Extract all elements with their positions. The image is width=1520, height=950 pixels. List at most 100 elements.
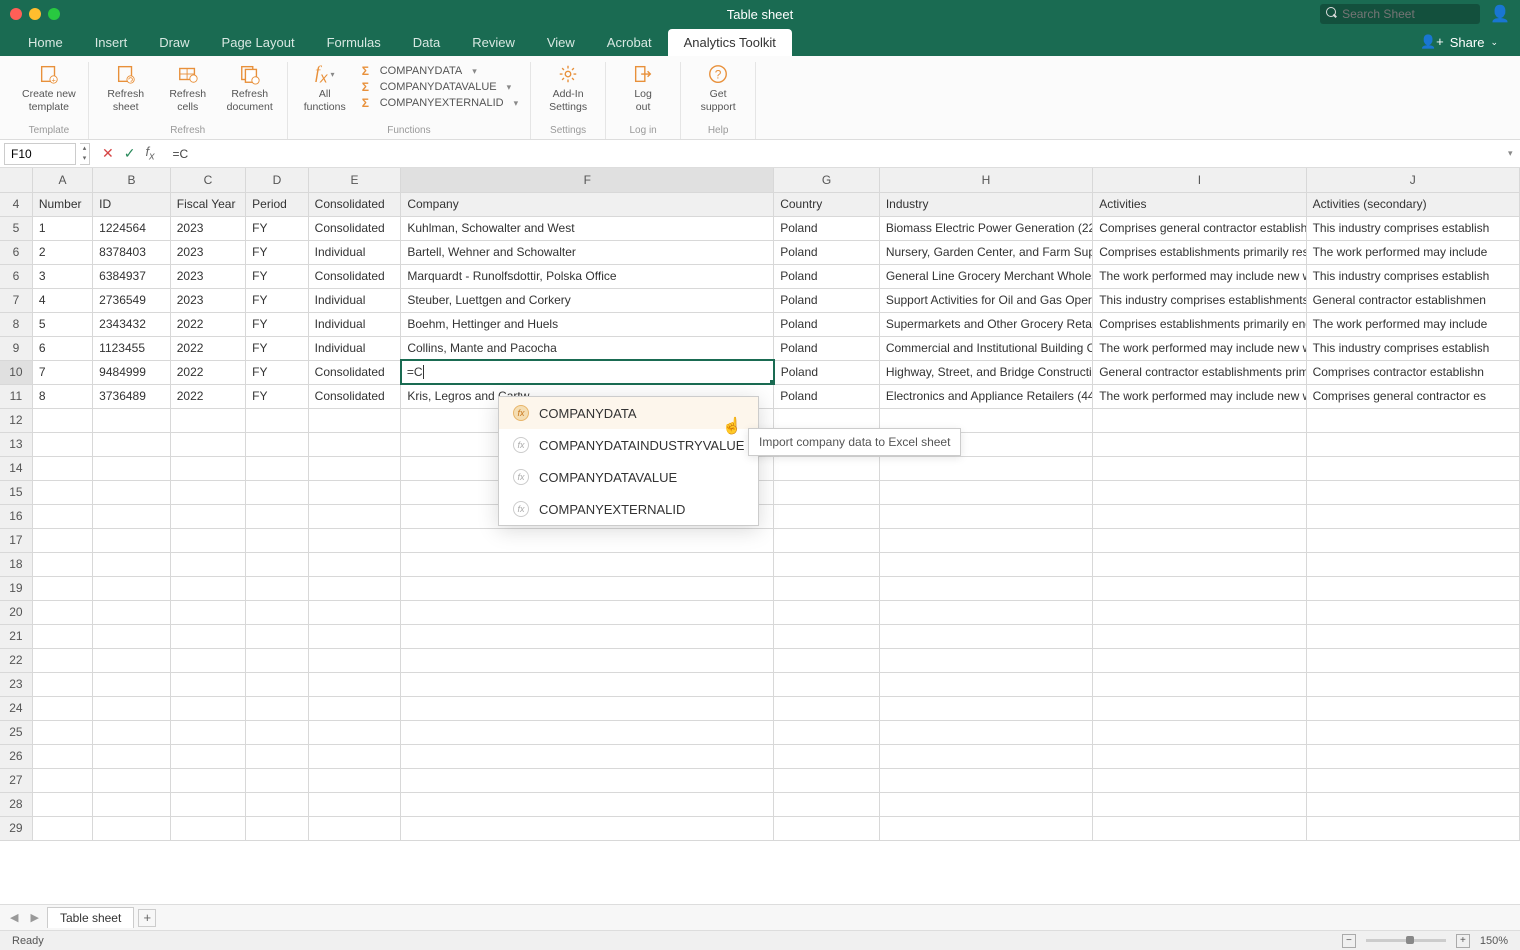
row-header-26[interactable]: 26 (0, 744, 32, 768)
cell-G9[interactable]: Poland (774, 336, 880, 360)
cell-F28[interactable] (401, 792, 774, 816)
menu-tab-page-layout[interactable]: Page Layout (206, 29, 311, 56)
row-header-7[interactable]: 7 (0, 288, 32, 312)
cell-H9[interactable]: Commercial and Institutional Building Co… (879, 336, 1092, 360)
cell-A26[interactable] (32, 744, 92, 768)
cell-B6[interactable]: 6384937 (93, 264, 171, 288)
cell-J18[interactable] (1306, 552, 1519, 576)
cell-I27[interactable] (1093, 768, 1306, 792)
row-header-15[interactable]: 15 (0, 480, 32, 504)
cell-B26[interactable] (93, 744, 171, 768)
cell-J24[interactable] (1306, 696, 1519, 720)
col-header-I[interactable]: I (1093, 168, 1306, 192)
cell-J22[interactable] (1306, 648, 1519, 672)
cell-J26[interactable] (1306, 744, 1519, 768)
col-header-J[interactable]: J (1306, 168, 1519, 192)
cell-D23[interactable] (246, 672, 309, 696)
row-header-19[interactable]: 19 (0, 576, 32, 600)
cell-J27[interactable] (1306, 768, 1519, 792)
cell-A27[interactable] (32, 768, 92, 792)
cell-J17[interactable] (1306, 528, 1519, 552)
cell-H29[interactable] (879, 816, 1092, 840)
user-avatar-icon[interactable]: 👤 (1490, 4, 1510, 24)
cell-C16[interactable] (170, 504, 245, 528)
cell-B17[interactable] (93, 528, 171, 552)
menu-tab-home[interactable]: Home (12, 29, 79, 56)
cell-C27[interactable] (170, 768, 245, 792)
cell-H27[interactable] (879, 768, 1092, 792)
cell-B24[interactable] (93, 696, 171, 720)
cell-I19[interactable] (1093, 576, 1306, 600)
cell-E10[interactable]: Consolidated (308, 360, 401, 384)
addin-settings-button[interactable]: Add-InSettings (543, 62, 593, 113)
cell-A20[interactable] (32, 600, 92, 624)
cell-B6[interactable]: 8378403 (93, 240, 171, 264)
cell-C24[interactable] (170, 696, 245, 720)
cell-E12[interactable] (308, 408, 401, 432)
menu-tab-acrobat[interactable]: Acrobat (591, 29, 668, 56)
cell-G7[interactable]: Poland (774, 288, 880, 312)
cell-H22[interactable] (879, 648, 1092, 672)
cell-G6[interactable]: Poland (774, 240, 880, 264)
cell-B23[interactable] (93, 672, 171, 696)
cell-A19[interactable] (32, 576, 92, 600)
cell-J21[interactable] (1306, 624, 1519, 648)
cell-F6[interactable]: Bartell, Wehner and Schowalter (401, 240, 774, 264)
header-cell-B[interactable]: ID (93, 192, 171, 216)
cell-D19[interactable] (246, 576, 309, 600)
cell-A12[interactable] (32, 408, 92, 432)
cell-H24[interactable] (879, 696, 1092, 720)
cell-F10[interactable]: =C (401, 360, 774, 384)
cell-G22[interactable] (774, 648, 880, 672)
cell-A18[interactable] (32, 552, 92, 576)
row-header-10[interactable]: 10 (0, 360, 32, 384)
cell-B28[interactable] (93, 792, 171, 816)
cell-B19[interactable] (93, 576, 171, 600)
create-template-button[interactable]: +Create newtemplate (22, 62, 76, 113)
cell-J19[interactable] (1306, 576, 1519, 600)
cell-H17[interactable] (879, 528, 1092, 552)
cell-I14[interactable] (1093, 456, 1306, 480)
cell-J7[interactable]: General contractor establishmen (1306, 288, 1519, 312)
header-cell-H[interactable]: Industry (879, 192, 1092, 216)
cell-B9[interactable]: 1123455 (93, 336, 171, 360)
sheet-nav-next-icon[interactable]: ▶ (26, 911, 42, 924)
cell-A14[interactable] (32, 456, 92, 480)
cell-B14[interactable] (93, 456, 171, 480)
cell-A25[interactable] (32, 720, 92, 744)
fx-icon[interactable]: fx (145, 144, 154, 163)
cell-H18[interactable] (879, 552, 1092, 576)
cell-I6[interactable]: Comprises establishments primarily resp (1093, 240, 1306, 264)
row-header-9[interactable]: 9 (0, 336, 32, 360)
row-header-27[interactable]: 27 (0, 768, 32, 792)
cell-D29[interactable] (246, 816, 309, 840)
cell-E24[interactable] (308, 696, 401, 720)
cell-E25[interactable] (308, 720, 401, 744)
cell-C26[interactable] (170, 744, 245, 768)
cell-C7[interactable]: 2023 (170, 288, 245, 312)
cell-F5[interactable]: Kuhlman, Schowalter and West (401, 216, 774, 240)
cell-D21[interactable] (246, 624, 309, 648)
minimize-icon[interactable] (29, 8, 41, 20)
cell-G16[interactable] (774, 504, 880, 528)
cell-E6[interactable]: Consolidated (308, 264, 401, 288)
row-header-25[interactable]: 25 (0, 720, 32, 744)
cell-I20[interactable] (1093, 600, 1306, 624)
header-cell-F[interactable]: Company (401, 192, 774, 216)
refresh-doc-button[interactable]: Refreshdocument (225, 62, 275, 113)
cell-C10[interactable]: 2022 (170, 360, 245, 384)
row-header-14[interactable]: 14 (0, 456, 32, 480)
cell-B27[interactable] (93, 768, 171, 792)
row-header-23[interactable]: 23 (0, 672, 32, 696)
cell-I24[interactable] (1093, 696, 1306, 720)
cell-A13[interactable] (32, 432, 92, 456)
formula-bar-expand-icon[interactable]: ▾ (1508, 148, 1520, 159)
cell-H15[interactable] (879, 480, 1092, 504)
col-header-D[interactable]: D (246, 168, 309, 192)
cell-J16[interactable] (1306, 504, 1519, 528)
cell-I29[interactable] (1093, 816, 1306, 840)
col-header-B[interactable]: B (93, 168, 171, 192)
all-functions-button[interactable]: fx▾Allfunctions (300, 62, 350, 113)
col-header-A[interactable]: A (32, 168, 92, 192)
row-header-5[interactable]: 5 (0, 216, 32, 240)
